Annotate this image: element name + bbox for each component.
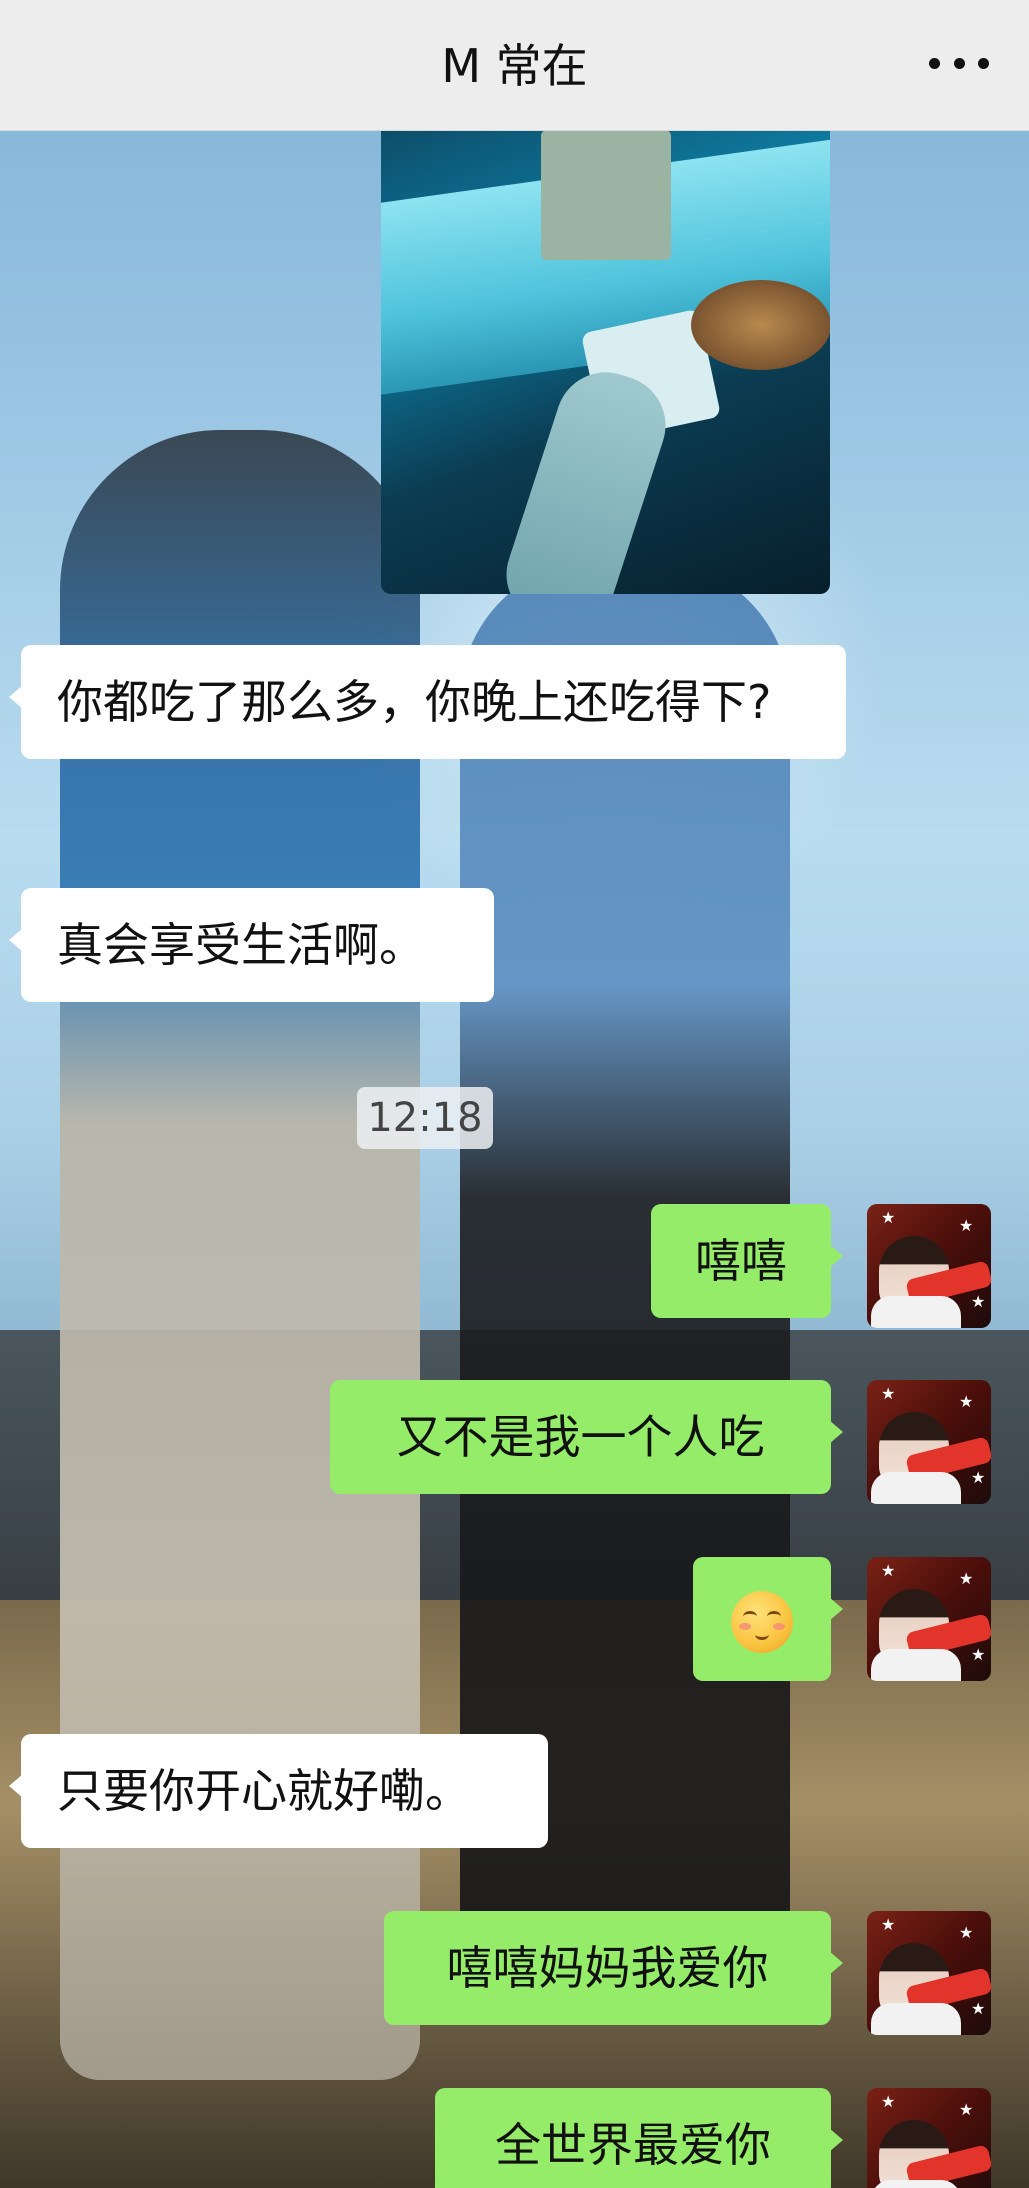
star-icon: ★ [959,1216,974,1235]
message-text: 嘻嘻妈妈我爱你 [446,1941,769,1995]
my-avatar[interactable]: ★ ★ ★ [867,1557,991,1681]
my-avatar[interactable]: ★ ★ ★ [867,1911,991,2035]
avatar-shirt [871,1649,961,1681]
incoming-message-bubble[interactable]: 你都吃了那么多，你晚上还吃得下? [9,645,846,759]
avatar-shirt [871,1296,961,1328]
more-dots-icon[interactable] [929,50,989,76]
star-icon: ★ [881,1561,896,1580]
message-timestamp: 12:18 [357,1087,493,1149]
more-dot [929,57,940,69]
star-icon: ★ [959,1569,974,1588]
more-dot [953,57,965,69]
message-text: 嘻嘻 [695,1234,787,1288]
photo-burger-shape [691,280,830,370]
incoming-message-bubble[interactable]: 只要你开心就好嘞。 [9,1734,548,1848]
star-icon: ★ [881,1208,896,1227]
star-icon: ★ [971,1468,986,1487]
incoming-photo-message[interactable] [381,130,830,594]
my-avatar[interactable]: ★ ★ ★ [867,1204,991,1328]
chat-header: M 常在 [0,0,1029,131]
message-text: 你都吃了那么多，你晚上还吃得下? [57,675,772,729]
photo-bag-shape [541,130,671,260]
photo-hand-shape [493,359,679,594]
outgoing-message-bubble[interactable]: 嘻嘻 [651,1204,843,1318]
message-text: 只要你开心就好嘞。 [57,1764,471,1818]
star-icon: ★ [971,1292,986,1311]
star-icon: ★ [881,1384,896,1403]
star-icon: ★ [971,1645,986,1664]
outgoing-message-bubble[interactable]: 嘻嘻妈妈我爱你 [384,1911,843,2025]
chat-title: M 常在 [441,39,588,93]
my-avatar[interactable]: ★ ★ ★ [867,1380,991,1504]
chat-screen: M 常在 你都吃了那么多，你晚上还吃得下? 真会享受生活啊。 12:18 嘻嘻 … [0,0,1029,2188]
star-icon: ★ [881,2092,896,2111]
message-text: 又不是我一个人吃 [396,1410,765,1464]
avatar-shirt [871,1472,961,1504]
outgoing-message-bubble[interactable]: 全世界最爱你 [435,2088,843,2188]
star-icon: ★ [959,1923,974,1942]
avatar-shirt [871,2180,961,2188]
avatar-shirt [871,2003,961,2035]
message-text: 全世界最爱你 [495,2118,771,2172]
outgoing-message-bubble[interactable]: 又不是我一个人吃 [330,1380,843,1494]
message-text: 真会享受生活啊。 [57,918,425,972]
shy-smile-emoji-icon [731,1590,793,1653]
my-avatar[interactable]: ★ ★ [867,2088,991,2188]
more-dot [978,57,989,69]
incoming-message-bubble[interactable]: 真会享受生活啊。 [9,888,494,1002]
outgoing-emoji-bubble[interactable] [693,1557,843,1681]
star-icon: ★ [959,1392,974,1411]
star-icon: ★ [971,1999,986,2018]
star-icon: ★ [881,1915,896,1934]
star-icon: ★ [959,2100,974,2119]
